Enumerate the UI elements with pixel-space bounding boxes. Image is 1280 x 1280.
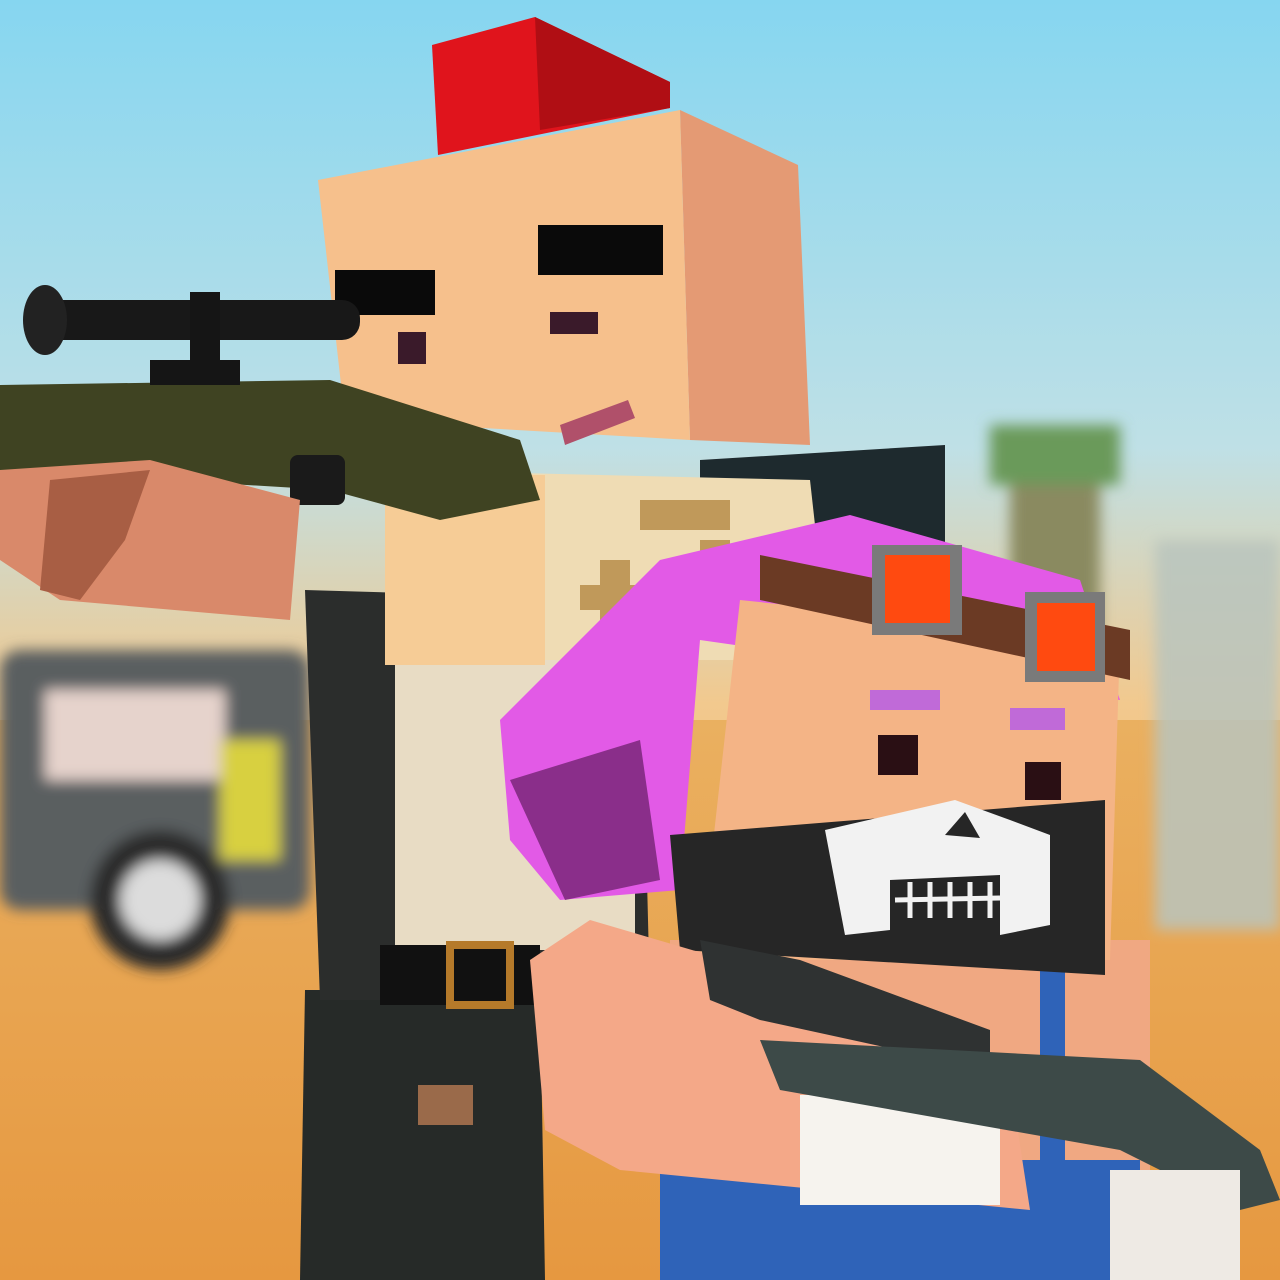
pants <box>300 990 545 1280</box>
hand-right <box>1110 1170 1240 1280</box>
game-scene <box>0 0 1280 1280</box>
rifle-trigger-guard <box>290 455 345 505</box>
pants-patch <box>418 1085 473 1125</box>
fence <box>1155 540 1280 930</box>
cheek-mark <box>550 312 598 334</box>
cheek-mark <box>398 332 426 364</box>
belt <box>380 945 540 1005</box>
